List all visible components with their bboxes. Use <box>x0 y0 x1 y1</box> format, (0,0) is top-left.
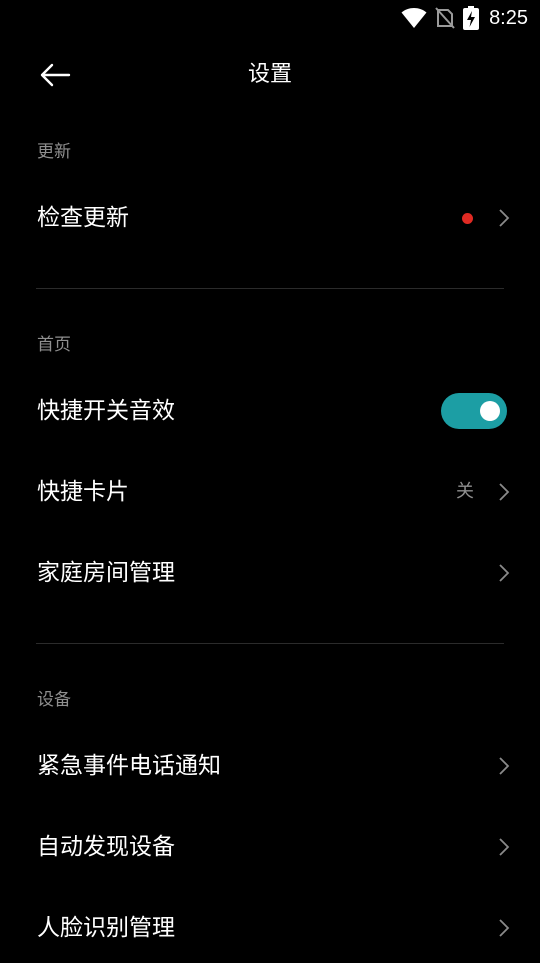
quick-switch-sound-toggle[interactable] <box>441 393 507 429</box>
face-recognition-management-row[interactable]: 人脸识别管理 <box>0 893 540 963</box>
toggle-knob <box>480 401 500 421</box>
auto-discover-device-row[interactable]: 自动发现设备 <box>0 812 540 882</box>
quick-switch-sound-row: 快捷开关音效 <box>0 376 540 446</box>
quick-card-value: 关 <box>456 481 474 502</box>
check-update-row[interactable]: 检查更新 <box>0 183 540 253</box>
status-icons: 8:25 <box>401 4 528 32</box>
chevron-right-icon <box>499 209 510 227</box>
chevron-right-icon <box>499 838 510 856</box>
chevron-right-icon <box>499 757 510 775</box>
battery-charging-icon <box>463 6 480 30</box>
family-room-management-row[interactable]: 家庭房间管理 <box>0 538 540 608</box>
chevron-right-icon <box>499 483 510 501</box>
face-recognition-management-label: 人脸识别管理 <box>37 915 175 941</box>
status-bar: 8:25 <box>0 0 540 36</box>
section-header-update: 更新 <box>37 142 71 162</box>
family-room-management-label: 家庭房间管理 <box>37 560 175 586</box>
emergency-call-notify-label: 紧急事件电话通知 <box>37 753 221 779</box>
quick-card-label: 快捷卡片 <box>37 479 129 505</box>
section-header-device: 设备 <box>37 690 71 710</box>
wifi-icon <box>401 8 427 28</box>
chevron-right-icon <box>499 919 510 937</box>
auto-discover-device-label: 自动发现设备 <box>37 834 175 860</box>
back-button[interactable] <box>28 50 82 100</box>
section-divider <box>36 288 504 289</box>
check-update-label: 检查更新 <box>37 205 129 231</box>
no-sim-icon <box>435 7 455 29</box>
quick-card-row[interactable]: 快捷卡片 关 <box>0 457 540 527</box>
section-divider <box>36 643 504 644</box>
update-badge-dot <box>462 213 473 224</box>
emergency-call-notify-row[interactable]: 紧急事件电话通知 <box>0 731 540 801</box>
section-header-home: 首页 <box>37 335 71 355</box>
back-arrow-icon <box>40 63 71 87</box>
chevron-right-icon <box>499 564 510 582</box>
quick-switch-sound-label: 快捷开关音效 <box>37 398 175 424</box>
app-header: 设置 <box>0 50 540 100</box>
status-time: 8:25 <box>489 6 528 29</box>
